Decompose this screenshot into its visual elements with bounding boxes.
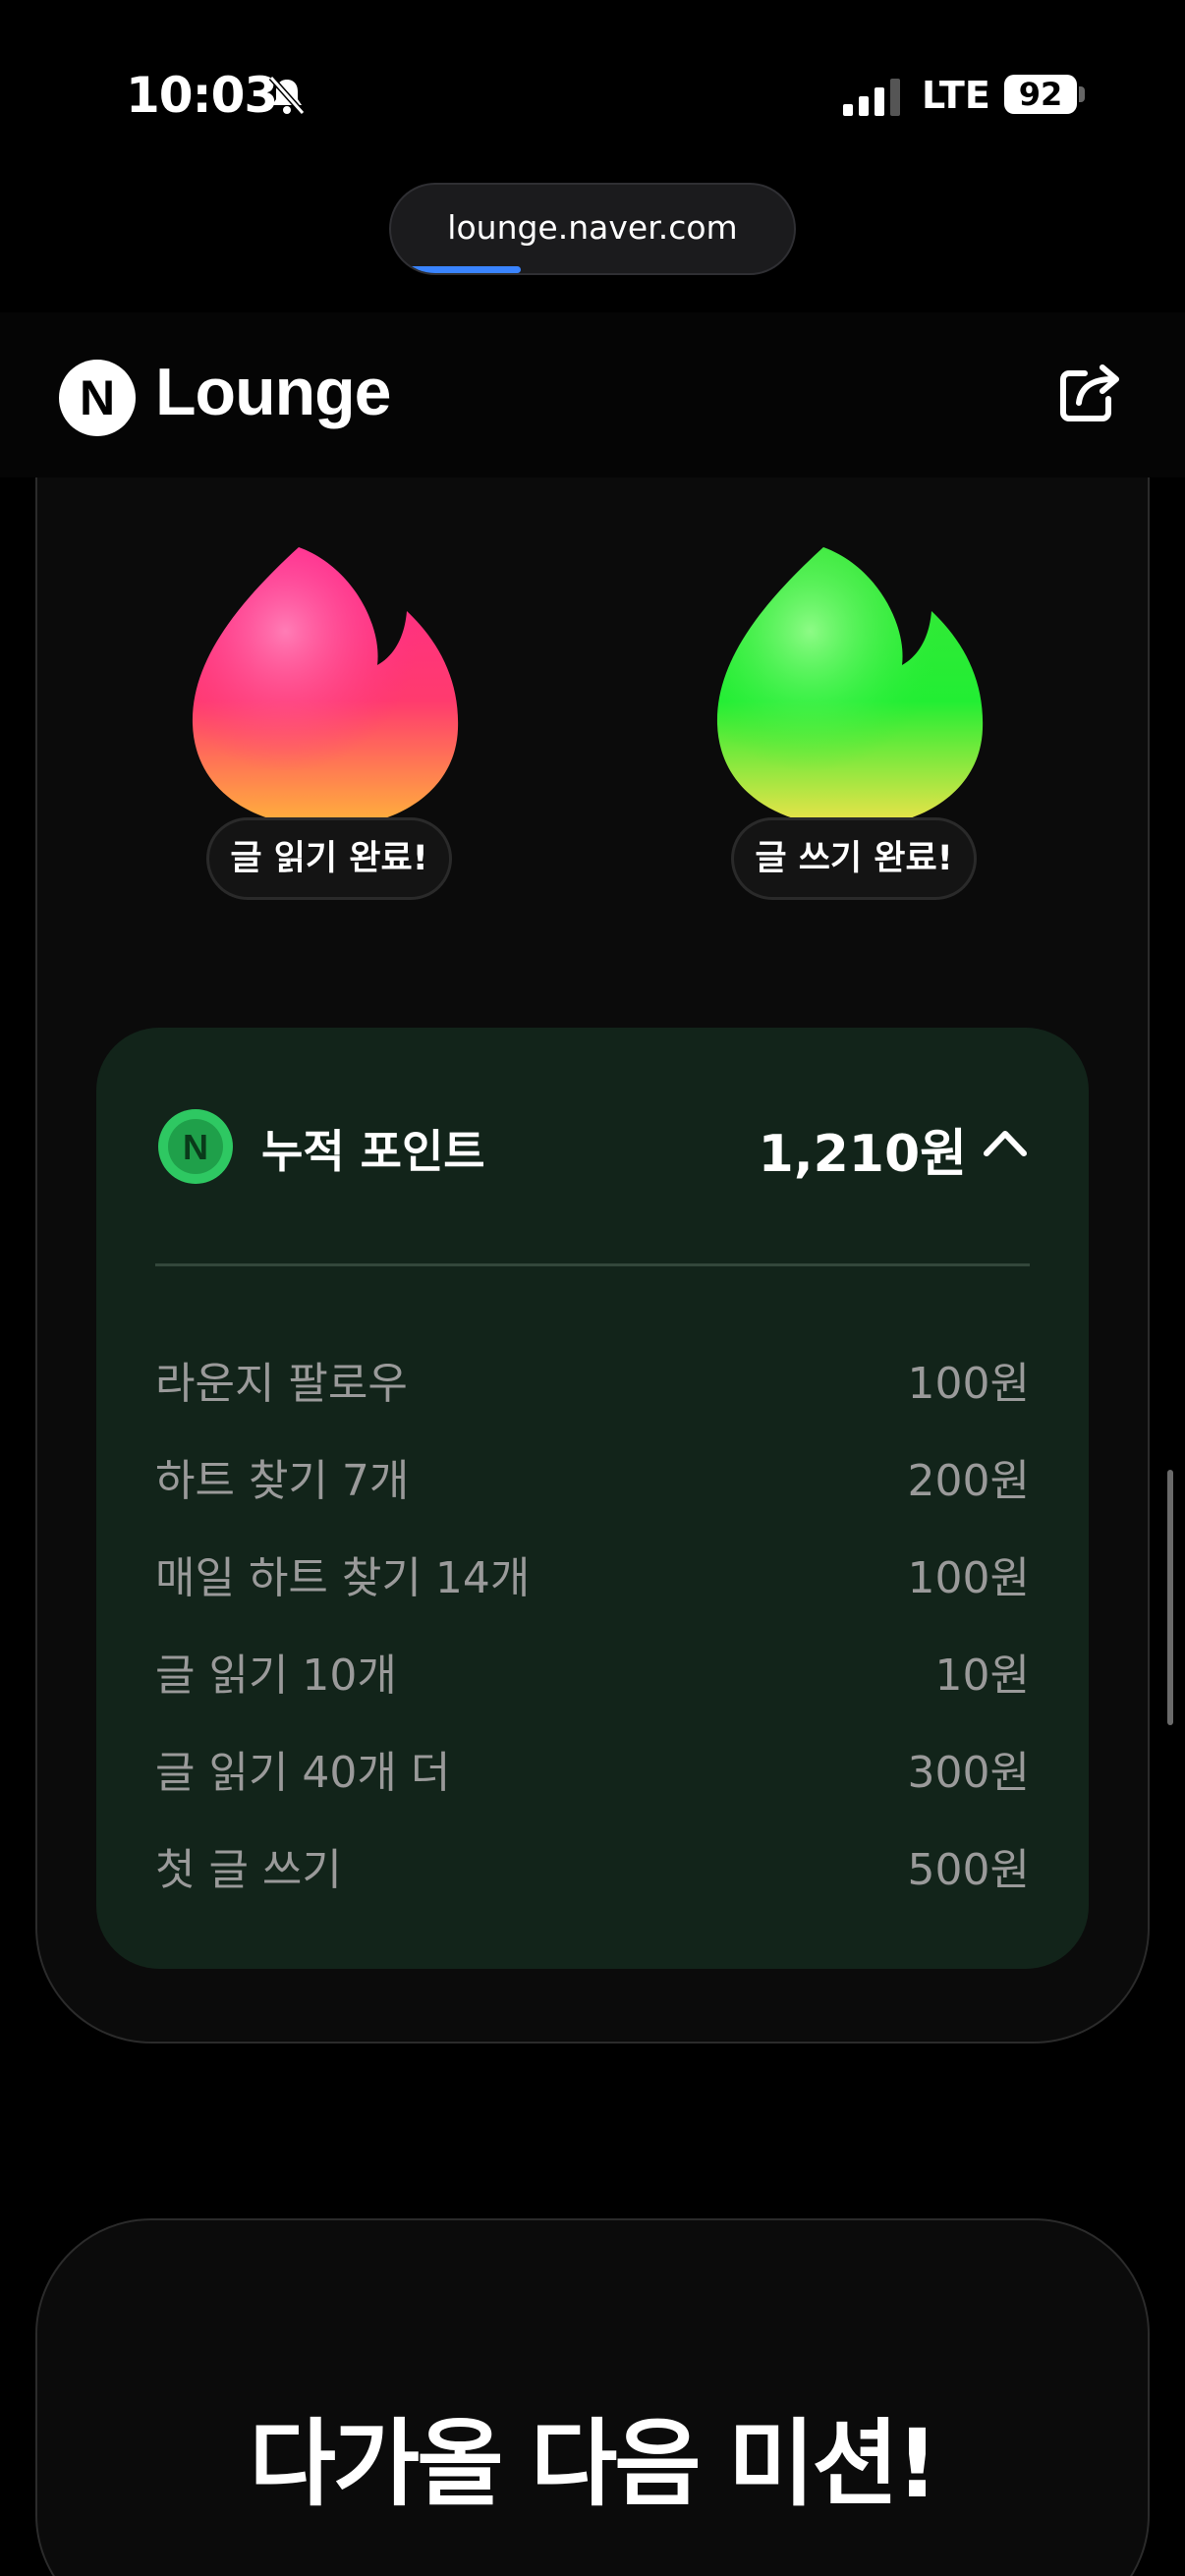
row-value: 500원 <box>907 1845 1030 1895</box>
row-label: 글 읽기 10개 <box>155 1651 397 1701</box>
naver-logo-icon[interactable]: N <box>59 360 136 436</box>
row-label: 글 읽기 40개 더 <box>155 1748 451 1798</box>
network-label: LTE <box>922 74 990 117</box>
row-label: 매일 하트 찾기 14개 <box>155 1553 531 1603</box>
battery-tip <box>1079 86 1085 102</box>
bell-muted-icon <box>268 76 306 115</box>
points-row: 첫 글 쓰기 500원 <box>155 1834 1030 1895</box>
points-row: 글 읽기 40개 더 300원 <box>155 1737 1030 1798</box>
row-value: 100원 <box>907 1553 1030 1603</box>
logo-letter: N <box>79 370 116 425</box>
write-complete-badge: 글 쓰기 완료! <box>731 817 977 900</box>
row-value: 300원 <box>907 1748 1030 1798</box>
points-row: 글 읽기 10개 10원 <box>155 1640 1030 1701</box>
naver-coin-icon: N <box>158 1109 233 1184</box>
svg-text:N: N <box>183 1127 208 1167</box>
row-value: 100원 <box>907 1359 1030 1409</box>
accumulated-points-panel: N 누적 포인트 1,210원 라운지 팔로우 100원 하트 찾기 7개 20… <box>96 1028 1089 1969</box>
app-header: N Lounge <box>0 312 1185 477</box>
points-title: 누적 포인트 <box>261 1125 485 1178</box>
points-row: 매일 하트 찾기 14개 100원 <box>155 1542 1030 1603</box>
flame-green-icon <box>716 547 984 827</box>
flame-pink-icon <box>192 547 459 827</box>
row-label: 라운지 팔로우 <box>155 1359 408 1409</box>
row-label: 하트 찾기 7개 <box>155 1456 410 1506</box>
app-title[interactable]: Lounge <box>155 354 392 430</box>
points-row: 하트 찾기 7개 200원 <box>155 1445 1030 1506</box>
points-row: 라운지 팔로우 100원 <box>155 1348 1030 1409</box>
read-complete-badge: 글 읽기 완료! <box>206 817 452 900</box>
row-value: 200원 <box>907 1456 1030 1506</box>
url-text: lounge.naver.com <box>447 208 738 247</box>
row-label: 첫 글 쓰기 <box>155 1845 342 1895</box>
status-time: 10:03 <box>126 67 278 124</box>
chevron-up-icon[interactable] <box>981 1126 1030 1159</box>
share-icon[interactable] <box>1057 360 1122 424</box>
points-total[interactable]: 1,210원 <box>759 1112 967 1186</box>
next-mission-title: 다가올 다음 미션! <box>249 2409 939 2519</box>
row-value: 10원 <box>934 1651 1030 1701</box>
points-divider <box>155 1263 1030 1266</box>
battery-indicator: 92 <box>1004 75 1077 114</box>
scrollbar[interactable] <box>1167 1470 1173 1725</box>
page-load-progress <box>407 266 521 273</box>
signal-icon <box>843 79 900 116</box>
address-bar[interactable]: lounge.naver.com <box>389 183 796 275</box>
status-bar: 10:03 LTE 92 <box>0 0 1185 187</box>
